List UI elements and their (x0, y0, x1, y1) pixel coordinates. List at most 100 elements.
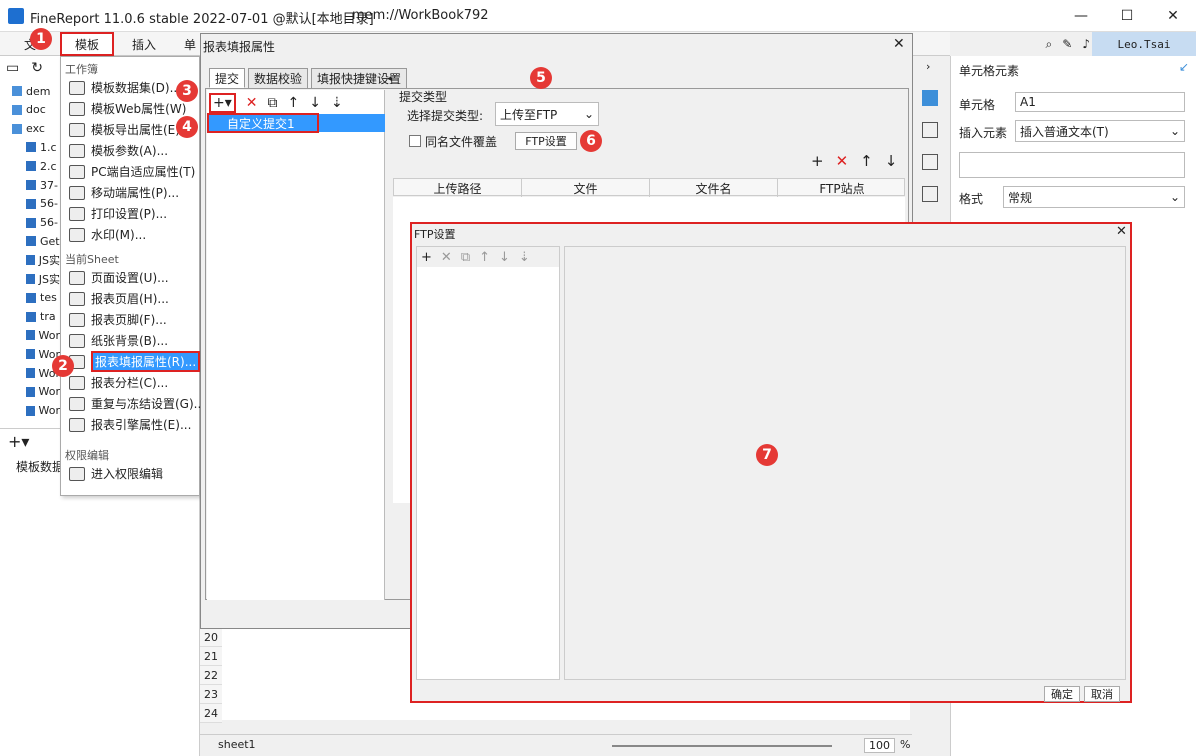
ok-button[interactable]: 确定 (1044, 686, 1080, 702)
pin-icon[interactable]: ↙ (1179, 60, 1189, 74)
close-icon[interactable]: ✕ (1150, 0, 1196, 32)
tree-item[interactable]: Wor (8, 383, 60, 401)
delete-icon[interactable]: ✕ (246, 95, 258, 111)
ftp-dialog-title: FTP设置 (414, 228, 456, 241)
overwrite-checkbox[interactable] (409, 135, 421, 147)
menu-item[interactable]: 报表页脚(F)... (61, 309, 199, 330)
folder-icon (12, 104, 22, 115)
row-header[interactable]: 23 (200, 685, 222, 704)
user-name[interactable]: Leo.Tsai (1092, 32, 1196, 56)
collapse-icon[interactable]: › (926, 60, 930, 73)
insert-select[interactable]: 插入普通文本(T) ⌄ (1015, 120, 1185, 142)
text-input[interactable] (959, 152, 1185, 178)
folder-icon (12, 123, 22, 134)
tab-submit[interactable]: 提交 (209, 68, 246, 88)
minimize-icon[interactable]: — (1058, 0, 1104, 32)
tree-item[interactable]: Wor (8, 326, 60, 344)
tree-item[interactable]: dem (8, 82, 60, 100)
copy-icon[interactable]: ⧉ (461, 250, 470, 265)
menu-item[interactable]: 纸张背景(B)... (61, 330, 199, 351)
add-icon[interactable]: +▾ (209, 93, 236, 113)
bell-icon[interactable]: ♪ (1082, 37, 1090, 51)
menu-item[interactable]: 打印设置(P)... (61, 203, 199, 224)
tree-item[interactable]: JS实 (8, 270, 60, 288)
ftp-settings-button[interactable]: FTP设置 (515, 132, 577, 150)
menu-item[interactable]: 页面设置(U)... (61, 267, 199, 288)
menu-item[interactable]: 模板Web属性(W) (61, 98, 199, 119)
add-icon[interactable]: +▾ (8, 432, 29, 451)
close-icon[interactable]: ✕ (893, 36, 905, 52)
close-icon[interactable]: ✕ (1116, 224, 1127, 239)
row-header[interactable]: 20 (200, 628, 222, 647)
chevron-down-icon: ⌄ (583, 107, 594, 121)
menu-item[interactable]: 重复与冻结设置(G)... (61, 393, 205, 414)
doc-icon[interactable]: ✎ (1062, 37, 1072, 51)
add-icon[interactable]: + (421, 250, 432, 265)
tree-item[interactable]: tra (8, 308, 60, 326)
menu-item[interactable]: 报表页眉(H)... (61, 288, 199, 309)
menu-item[interactable]: PC端自适应属性(T) (61, 161, 199, 182)
sheet-tab[interactable]: sheet1 (218, 738, 256, 751)
cancel-button[interactable]: 取消 (1084, 686, 1120, 702)
arrow-down-icon[interactable]: ↓ (885, 152, 898, 170)
tab-shortcut[interactable]: 填报快捷键设置 (311, 68, 408, 88)
tree-item[interactable]: tes (8, 289, 60, 307)
arrow-up-icon[interactable]: ↑ (860, 152, 873, 170)
menu-item[interactable]: 移动端属性(P)... (61, 182, 199, 203)
add-icon[interactable]: + (811, 152, 824, 170)
tab-validation[interactable]: 数据校验 (248, 68, 309, 88)
cell-element-icon[interactable] (922, 90, 938, 106)
new-folder-icon[interactable]: ▭ (6, 60, 19, 76)
arrow-down-icon[interactable]: ↓ (499, 250, 510, 265)
top-right-toolbar: ⌕ ✎ ♪ (1010, 32, 1090, 56)
cell-field[interactable]: A1 (1015, 92, 1185, 112)
app-logo-icon (8, 8, 24, 24)
refresh-icon[interactable]: ↻ (31, 60, 43, 76)
sort-icon[interactable]: ⇣ (331, 95, 343, 111)
menu-template[interactable]: 模板 (60, 32, 114, 56)
menu-item[interactable]: 报表填报属性(R)... (61, 351, 201, 372)
menu-insert[interactable]: 插入 (132, 36, 156, 53)
menu-item-permission[interactable]: 进入权限编辑 (61, 463, 199, 484)
arrow-up-icon[interactable]: ↑ (288, 95, 300, 111)
tree-item[interactable]: 56- (8, 214, 60, 232)
menu-item[interactable]: 水印(M)... (61, 224, 199, 245)
tree-item[interactable]: Wor (8, 402, 60, 420)
tree-item[interactable]: 56- (8, 195, 60, 213)
tree-item[interactable]: doc (8, 101, 60, 119)
tree-item[interactable]: 37- (8, 176, 60, 194)
row-header[interactable]: 21 (200, 647, 222, 666)
tree-item[interactable]: Get (8, 232, 60, 250)
submit-type-select[interactable]: 上传至FTP ⌄ (495, 102, 599, 126)
copy-icon[interactable]: ⧉ (268, 95, 278, 111)
overwrite-label: 同名文件覆盖 (425, 135, 498, 149)
delete-icon[interactable]: ✕ (836, 152, 849, 170)
row-header[interactable]: 22 (200, 666, 222, 685)
widget-icon[interactable] (922, 186, 938, 202)
float-element-icon[interactable] (922, 154, 938, 170)
arrow-down-icon[interactable]: ↓ (309, 95, 321, 111)
maximize-icon[interactable]: ☐ (1104, 0, 1150, 32)
cell-attribute-icon[interactable] (922, 122, 938, 138)
format-select[interactable]: 常规 ⌄ (1003, 186, 1185, 208)
tree-item[interactable]: JS实 (8, 251, 60, 269)
zoom-slider[interactable] (612, 745, 832, 747)
menu-item[interactable]: 模板参数(A)... (61, 140, 199, 161)
menu-item[interactable]: 报表引擎属性(E)... (61, 414, 199, 435)
tree-item[interactable]: 1.c (8, 138, 60, 156)
search-icon[interactable]: ⌕ (1046, 37, 1053, 52)
submit-list-item[interactable]: 自定义提交1 (207, 113, 385, 133)
sort-icon[interactable]: ⇣ (519, 250, 530, 265)
tree-item[interactable]: 2.c (8, 157, 60, 175)
arrow-up-icon[interactable]: ↑ (479, 250, 490, 265)
menu-cell[interactable]: 单 (184, 36, 196, 53)
zoom-value[interactable]: 100 (864, 738, 895, 753)
annotation-badge: 7 (756, 444, 778, 466)
row-header[interactable]: 24 (200, 704, 222, 723)
menu-item[interactable]: 报表分栏(C)... (61, 372, 199, 393)
delete-icon[interactable]: ✕ (441, 250, 452, 265)
tree-item[interactable]: exc (8, 120, 60, 138)
dialog-title: 报表填报属性 (203, 40, 276, 54)
splitter-arrow-icon[interactable]: ◂ (387, 74, 392, 84)
file-icon (26, 386, 35, 397)
